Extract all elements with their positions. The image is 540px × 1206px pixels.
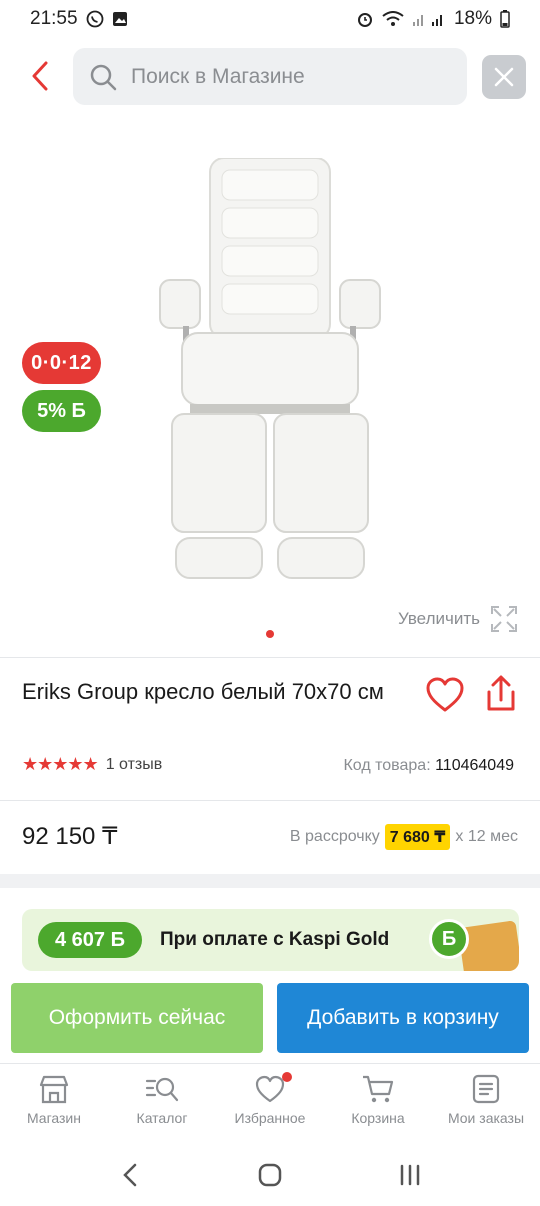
nav-item-shop[interactable]: Магазин (0, 1064, 108, 1143)
installment-label: В рассрочку (289, 828, 380, 845)
heart-icon (426, 677, 464, 712)
nav-item-catalog[interactable]: Каталог (108, 1064, 216, 1143)
catalog-search-icon (145, 1077, 179, 1102)
recents-icon (400, 1164, 420, 1185)
installment-info[interactable]: В рассрочку 7 680 ₸ x 12 мес (290, 824, 518, 850)
product-price: 92 150 ₸ (22, 823, 118, 850)
chevron-left-icon (32, 61, 48, 91)
share-button[interactable] (482, 674, 520, 714)
signal-icon (412, 11, 446, 27)
add-to-cart-button[interactable]: Добавить в корзину (277, 983, 529, 1053)
system-home-button[interactable] (240, 1150, 300, 1200)
top-bar: Поиск в Магазине (0, 46, 540, 106)
expand-icon (491, 606, 517, 632)
product-title: Eriks Group кресло белый 70x70 см (22, 679, 384, 704)
nav-item-favorites[interactable]: Избранное (216, 1064, 324, 1143)
installment-badge: 0·0·12 (22, 342, 101, 384)
buy-now-button[interactable]: Оформить сейчас (11, 983, 263, 1053)
promo-text: При оплате с Kaspi Gold (160, 929, 390, 950)
search-icon (90, 64, 117, 90)
bonus-coin-icon: Б (429, 919, 469, 959)
heart-icon (255, 1075, 285, 1103)
system-back-button[interactable] (100, 1150, 160, 1200)
system-navigation (0, 1143, 540, 1206)
favorite-button[interactable] (425, 676, 465, 714)
home-icon (258, 1163, 282, 1186)
product-gallery[interactable]: 0·0·12 5% Б Увеличить (0, 118, 540, 654)
installment-amount: 7 680 ₸ (384, 824, 451, 850)
battery-level: 18% (453, 8, 492, 29)
nav-item-orders[interactable]: Мои заказы (432, 1064, 540, 1143)
divider (0, 800, 540, 801)
notification-dot (282, 1072, 292, 1082)
product-code: Код товара: 110464049 (343, 757, 514, 775)
kaspi-gold-banner[interactable]: 4 607 Б При оплате с Kaspi Gold Б (22, 909, 519, 971)
image-icon (112, 11, 128, 27)
nav-label: Избранное (234, 1110, 306, 1126)
nav-label: Мои заказы (447, 1110, 525, 1126)
nav-label: Каталог (136, 1110, 188, 1126)
carousel-indicator (266, 630, 274, 638)
nav-label: Корзина (351, 1110, 405, 1126)
section-separator (0, 874, 540, 888)
share-icon (487, 675, 515, 711)
divider (0, 657, 540, 658)
installment-term: x 12 мес (455, 828, 518, 845)
chevron-left-icon (123, 1163, 137, 1186)
cart-icon (363, 1075, 394, 1103)
rating[interactable]: ★★★★★ 1 отзыв (22, 754, 162, 775)
status-bar: 21:55 18% (0, 0, 540, 38)
system-recents-button[interactable] (380, 1150, 440, 1200)
bonus-amount-badge: 4 607 Б (38, 922, 142, 958)
orders-icon (472, 1074, 500, 1104)
nav-item-cart[interactable]: Корзина (324, 1064, 432, 1143)
bonus-badge: 5% Б (22, 390, 101, 432)
nav-label: Магазин (26, 1110, 81, 1126)
store-icon (39, 1075, 69, 1104)
product-code-label: Код товара: (343, 757, 431, 774)
zoom-button[interactable]: Увеличить (398, 605, 518, 633)
search-input[interactable]: Поиск в Магазине (73, 48, 467, 105)
star-rating: ★★★★★ (22, 754, 99, 774)
status-time: 21:55 (30, 8, 78, 29)
search-placeholder: Поиск в Магазине (131, 64, 305, 88)
product-code-value: 110464049 (435, 757, 514, 774)
bottom-navigation: Магазин Каталог Избранное Корзина Мои за… (0, 1063, 540, 1143)
product-image (159, 158, 381, 579)
whatsapp-icon (86, 10, 104, 28)
reviews-count: 1 отзыв (105, 755, 163, 773)
battery-icon (500, 10, 510, 28)
wifi-icon (382, 11, 404, 27)
zoom-label: Увеличить (398, 609, 480, 628)
close-icon (494, 67, 514, 87)
back-button[interactable] (22, 58, 58, 94)
clear-search-button[interactable] (482, 55, 526, 99)
alarm-icon (356, 10, 374, 28)
